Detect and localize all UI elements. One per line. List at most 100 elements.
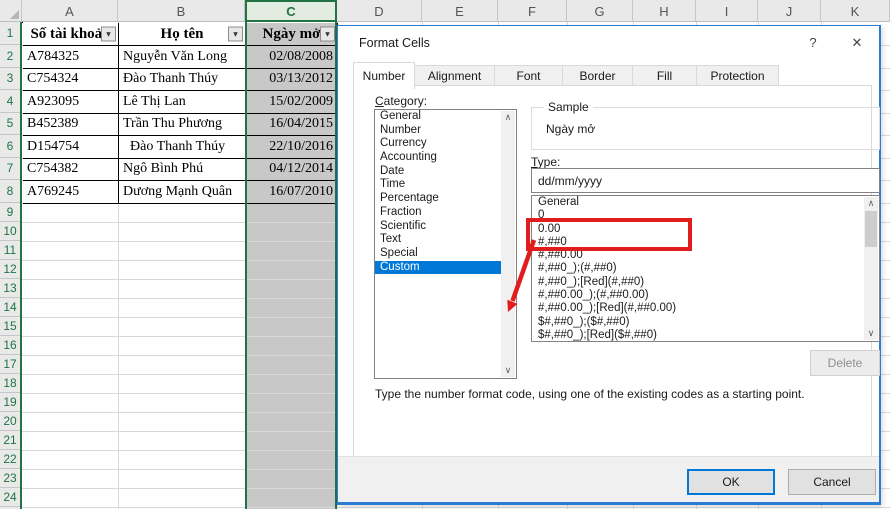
column-header-I[interactable]: I	[696, 0, 758, 22]
category-scrollbar[interactable]: ∧ ∨	[501, 111, 515, 377]
column-header-E[interactable]: E	[422, 0, 498, 22]
cell-C7[interactable]: 04/12/2014	[246, 159, 338, 182]
category-item-date[interactable]: Date	[375, 165, 501, 179]
tab-protection[interactable]: Protection	[697, 65, 779, 86]
category-item-text[interactable]: Text	[375, 233, 501, 247]
cell-A7[interactable]: C754382	[23, 159, 119, 182]
row-header-16[interactable]: 16	[0, 336, 20, 355]
scroll-up-icon[interactable]: ∧	[864, 197, 878, 210]
row-header-11[interactable]: 11	[0, 241, 20, 260]
category-item-percentage[interactable]: Percentage	[375, 192, 501, 206]
cell-C4[interactable]: 15/02/2009	[246, 91, 338, 114]
cell-B7[interactable]: Ngô Bình Phú	[119, 159, 246, 182]
category-item-special[interactable]: Special	[375, 247, 501, 261]
format-code-item[interactable]: #,##0.00_);[Red](#,##0.00)	[532, 302, 879, 315]
category-item-currency[interactable]: Currency	[375, 137, 501, 151]
cell-A1[interactable]: Số tài khoản▾	[23, 23, 119, 46]
category-item-custom[interactable]: Custom	[375, 261, 501, 275]
category-item-fraction[interactable]: Fraction	[375, 206, 501, 220]
format-code-item[interactable]: #,##0_);(#,##0)	[532, 262, 879, 275]
cell-A6[interactable]: D154754	[23, 136, 119, 159]
format-code-item[interactable]: #,##0.00	[532, 249, 879, 262]
format-code-item[interactable]: $#,##0_);[Red]($#,##0)	[532, 329, 879, 342]
tab-font[interactable]: Font	[495, 65, 563, 86]
column-header-F[interactable]: F	[498, 0, 567, 22]
row-header-10[interactable]: 10	[0, 222, 20, 241]
filter-dropdown-icon[interactable]: ▾	[228, 27, 243, 42]
cell-C1[interactable]: Ngày mở▾	[246, 23, 338, 46]
cell-A4[interactable]: A923095	[23, 91, 119, 114]
format-code-item[interactable]: 0.00	[532, 223, 879, 236]
tab-border[interactable]: Border	[563, 65, 633, 86]
format-code-item[interactable]: #,##0_);[Red](#,##0)	[532, 276, 879, 289]
scrollbar-thumb[interactable]	[865, 211, 877, 247]
column-header-A[interactable]: A	[22, 0, 118, 22]
format-codes-listbox[interactable]: ∧ ∨ General00.00#,##0#,##0.00#,##0_);(#,…	[531, 195, 880, 342]
category-item-scientific[interactable]: Scientific	[375, 220, 501, 234]
row-header-19[interactable]: 19	[0, 393, 20, 412]
delete-button[interactable]: Delete	[810, 350, 880, 376]
cell-C6[interactable]: 22/10/2016	[246, 136, 338, 159]
row-header-17[interactable]: 17	[0, 355, 20, 374]
category-listbox[interactable]: ∧ ∨ GeneralNumberCurrencyAccountingDateT…	[374, 109, 517, 379]
column-header-J[interactable]: J	[758, 0, 821, 22]
row-header-2[interactable]: 2	[0, 45, 20, 68]
row-header-7[interactable]: 7	[0, 158, 20, 181]
close-icon[interactable]: ✕	[844, 33, 870, 53]
row-header-13[interactable]: 13	[0, 279, 20, 298]
format-code-item[interactable]: $#,##0_);($#,##0)	[532, 316, 879, 329]
type-input[interactable]	[531, 168, 880, 193]
row-header-20[interactable]: 20	[0, 412, 20, 431]
cell-B5[interactable]: Trần Thu Phương	[119, 114, 246, 137]
column-header-G[interactable]: G	[567, 0, 633, 22]
cell-B3[interactable]: Đào Thanh Thúy	[119, 69, 246, 92]
row-header-22[interactable]: 22	[0, 450, 20, 469]
row-header-9[interactable]: 9	[0, 203, 20, 222]
category-item-time[interactable]: Time	[375, 178, 501, 192]
filter-dropdown-icon[interactable]: ▾	[101, 27, 116, 42]
tab-alignment[interactable]: Alignment	[415, 65, 495, 86]
cancel-button[interactable]: Cancel	[788, 469, 876, 495]
ok-button[interactable]: OK	[687, 469, 775, 495]
category-item-accounting[interactable]: Accounting	[375, 151, 501, 165]
scroll-up-icon[interactable]: ∧	[501, 111, 515, 124]
row-header-15[interactable]: 15	[0, 317, 20, 336]
row-header-6[interactable]: 6	[0, 135, 20, 158]
row-header-4[interactable]: 4	[0, 90, 20, 113]
column-header-C[interactable]: C	[245, 0, 337, 22]
category-item-number[interactable]: Number	[375, 124, 501, 138]
column-header-D[interactable]: D	[337, 0, 422, 22]
row-header-18[interactable]: 18	[0, 374, 20, 393]
format-code-item[interactable]: General	[532, 196, 879, 209]
format-code-item[interactable]: #,##0	[532, 236, 879, 249]
row-header-23[interactable]: 23	[0, 469, 20, 488]
row-header-14[interactable]: 14	[0, 298, 20, 317]
column-header-B[interactable]: B	[118, 0, 245, 22]
row-header-3[interactable]: 3	[0, 68, 20, 91]
cell-B8[interactable]: Dương Mạnh Quân	[119, 181, 246, 204]
dialog-titlebar[interactable]: Format Cells ? ✕	[338, 26, 879, 60]
row-header-1[interactable]: 1	[0, 22, 20, 45]
tab-number[interactable]: Number	[353, 62, 415, 89]
scroll-down-icon[interactable]: ∨	[501, 364, 515, 377]
tab-fill[interactable]: Fill	[633, 65, 697, 86]
column-header-K[interactable]: K	[821, 0, 890, 22]
format-code-item[interactable]: 0	[532, 209, 879, 222]
cell-C2[interactable]: 02/08/2008	[246, 46, 338, 69]
format-scrollbar[interactable]: ∧ ∨	[864, 197, 878, 340]
cell-B2[interactable]: Nguyễn Văn Long	[119, 46, 246, 69]
row-header-8[interactable]: 8	[0, 180, 20, 203]
cell-C3[interactable]: 03/13/2012	[246, 69, 338, 92]
cell-A2[interactable]: A784325	[23, 46, 119, 69]
cell-C5[interactable]: 16/04/2015	[246, 114, 338, 137]
row-header-24[interactable]: 24	[0, 488, 20, 507]
filter-dropdown-icon[interactable]: ▾	[320, 27, 335, 42]
cell-A3[interactable]: C754324	[23, 69, 119, 92]
column-header-H[interactable]: H	[633, 0, 696, 22]
help-icon[interactable]: ?	[800, 33, 826, 53]
format-code-item[interactable]: #,##0.00_);(#,##0.00)	[532, 289, 879, 302]
select-all-corner[interactable]	[0, 0, 22, 22]
cell-B1[interactable]: Họ tên▾	[119, 23, 246, 46]
row-header-12[interactable]: 12	[0, 260, 20, 279]
scroll-down-icon[interactable]: ∨	[864, 327, 878, 340]
